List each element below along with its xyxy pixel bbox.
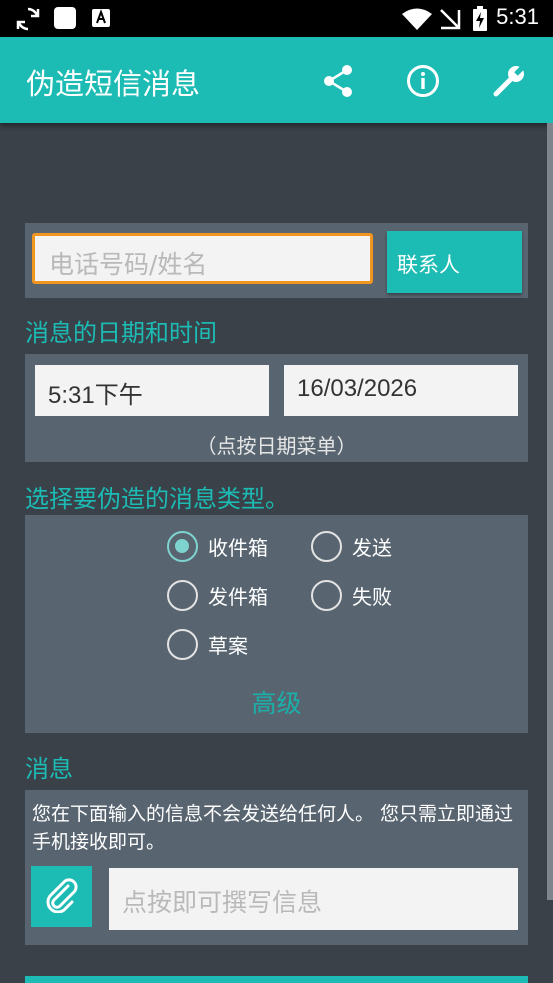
paperclip-icon	[44, 877, 80, 917]
send-button-edge[interactable]	[25, 976, 528, 983]
app-bar: 伪造短信消息	[0, 37, 553, 123]
message-type-label: 选择要伪造的消息类型。	[25, 485, 289, 513]
square-icon	[53, 6, 77, 34]
datetime-label: 消息的日期和时间	[25, 319, 217, 347]
wifi-icon	[402, 8, 432, 34]
message-notice: 您在下面输入的信息不会发送给任何人。 您只需立即通过手机接收即可。	[32, 803, 514, 853]
page-title: 伪造短信消息	[26, 67, 201, 101]
time-field[interactable]: 5:31下午	[35, 365, 269, 416]
radio-label: 草案	[208, 634, 248, 658]
radio-label: 发送	[352, 536, 392, 560]
radio-failed[interactable]: 失败	[311, 580, 392, 611]
wrench-icon[interactable]	[489, 61, 529, 101]
scrollbar[interactable]	[547, 123, 553, 900]
radio-label: 发件箱	[208, 585, 268, 609]
message-input[interactable]: 点按即可撰写信息	[109, 868, 518, 930]
share-icon[interactable]	[318, 61, 358, 101]
advanced-button[interactable]: 高级	[25, 684, 528, 720]
radio-unchecked-icon	[167, 580, 198, 611]
message-label: 消息	[25, 755, 73, 783]
radio-sent[interactable]: 发送	[311, 531, 392, 562]
font-a-icon	[92, 9, 110, 31]
radio-checked-icon	[167, 531, 198, 562]
date-hint: （点按日期菜单）	[196, 434, 357, 458]
info-icon[interactable]	[403, 61, 443, 101]
contacts-button[interactable]: 联系人	[387, 231, 522, 293]
attach-button[interactable]	[31, 866, 92, 927]
radio-label: 收件箱	[208, 536, 268, 560]
signal-off-icon	[439, 8, 461, 34]
phone-name-input[interactable]: 电话号码/姓名	[32, 233, 373, 284]
radio-label: 失败	[352, 585, 392, 609]
sync-icon	[14, 6, 42, 36]
status-bar: 5:31	[0, 0, 553, 37]
radio-unchecked-icon	[167, 629, 198, 660]
radio-draft[interactable]: 草案	[167, 629, 248, 660]
radio-outbox[interactable]: 发件箱	[167, 580, 268, 611]
radio-unchecked-icon	[311, 580, 342, 611]
clock: 5:31	[496, 4, 539, 29]
battery-charging-icon	[472, 6, 488, 36]
date-field[interactable]: 16/03/2026	[284, 365, 518, 416]
radio-inbox[interactable]: 收件箱	[167, 531, 268, 562]
radio-unchecked-icon	[311, 531, 342, 562]
